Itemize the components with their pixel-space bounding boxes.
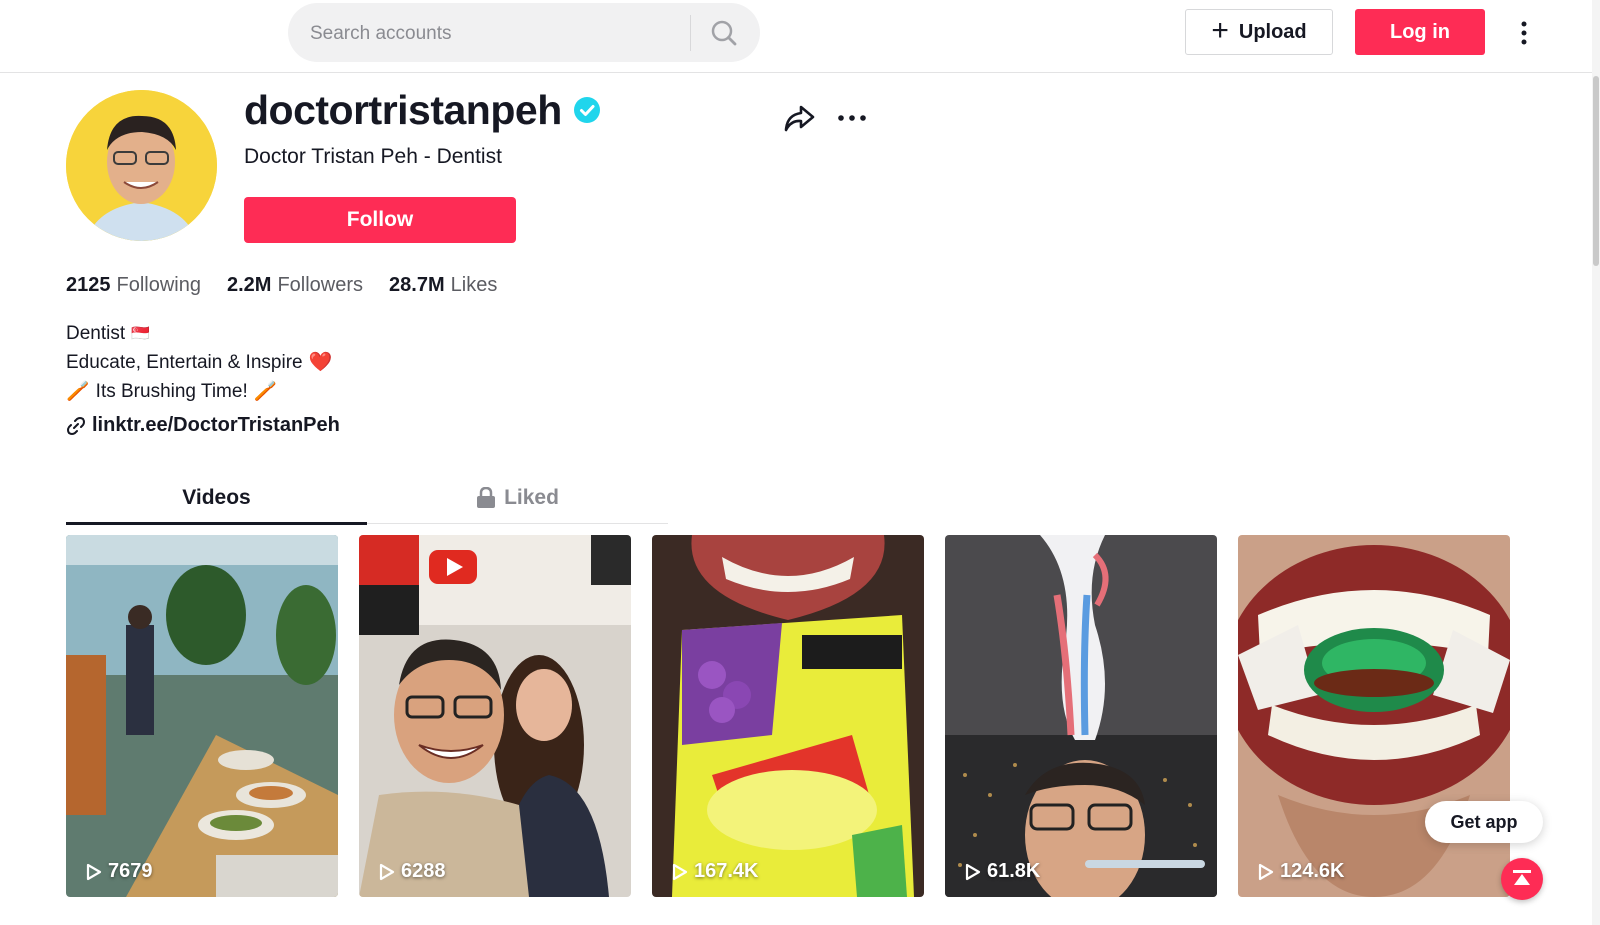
following-label: Following <box>116 274 201 296</box>
scroll-to-top-button[interactable] <box>1501 858 1543 900</box>
heart-icon: ❤️ <box>308 352 333 373</box>
toothbrush-icon: 🪥 <box>253 381 278 402</box>
view-count: 167.4K <box>672 860 759 883</box>
toothbrush-icon: 🪥 <box>66 381 90 402</box>
video-cover-image <box>945 535 1217 897</box>
stat-following: 2125 Following <box>66 274 201 297</box>
video-grid: 7679 6288 167.4K 61.8K 124.6K <box>66 535 1512 897</box>
play-icon <box>672 863 688 880</box>
username: doctortristanpeh <box>244 86 562 133</box>
view-count-text: 167.4K <box>694 860 759 882</box>
page-scrollbar[interactable] <box>1592 0 1600 925</box>
likes-label: Likes <box>450 274 498 296</box>
active-tab-indicator <box>66 522 367 525</box>
view-count-text: 7679 <box>108 860 153 882</box>
video-thumbnail[interactable]: 6288 <box>359 535 631 897</box>
login-button[interactable]: Log in <box>1355 9 1485 55</box>
view-count-text: 6288 <box>401 860 446 882</box>
top-bar: + Upload Log in <box>0 0 1600 73</box>
play-icon <box>86 863 102 880</box>
search-bar[interactable] <box>288 3 760 62</box>
profile-tabs: Videos Liked <box>66 473 668 525</box>
tab-videos[interactable]: Videos <box>66 473 367 523</box>
more-options-icon[interactable] <box>1512 16 1536 50</box>
play-icon <box>1258 863 1274 880</box>
bio-text: Dentist <box>66 323 126 344</box>
profile-link[interactable]: linktr.ee/DoctorTristanPeh <box>66 414 340 437</box>
likes-count: 28.7M <box>389 274 445 296</box>
share-icon[interactable] <box>782 101 816 135</box>
bio-line: Educate, Entertain & Inspire ❤️ <box>66 348 332 377</box>
bio-line: Dentist 🇸🇬 <box>66 319 332 348</box>
search-icon[interactable] <box>708 17 740 49</box>
stat-likes: 28.7M Likes <box>389 274 497 297</box>
flag-icon: 🇸🇬 <box>131 325 150 342</box>
get-app-button[interactable]: Get app <box>1425 801 1543 843</box>
view-count: 6288 <box>379 860 446 883</box>
link-icon <box>67 416 85 435</box>
tab-liked-label: Liked <box>504 486 559 509</box>
view-count-text: 61.8K <box>987 860 1041 882</box>
full-name: Doctor Tristan Peh - Dentist <box>244 145 502 168</box>
tab-liked[interactable]: Liked <box>367 473 668 523</box>
upload-label: Upload <box>1238 20 1307 43</box>
bio-line: 🪥 Its Brushing Time! 🪥 <box>66 377 332 406</box>
plus-icon: + <box>1211 13 1229 47</box>
more-profile-options-icon[interactable] <box>836 103 868 133</box>
video-cover-image <box>66 535 338 897</box>
stat-followers: 2.2M Followers <box>227 274 363 297</box>
followers-count: 2.2M <box>226 274 272 296</box>
following-count: 2125 <box>66 274 111 296</box>
search-divider <box>690 15 691 51</box>
bio: Dentist 🇸🇬 Educate, Entertain & Inspire ❤️… <box>66 319 332 406</box>
avatar <box>66 90 217 241</box>
play-icon <box>965 863 981 880</box>
video-thumbnail[interactable]: 61.8K <box>945 535 1217 897</box>
bio-text: Its Brushing Time! <box>95 381 248 402</box>
view-count-text: 124.6K <box>1280 860 1345 882</box>
lock-icon <box>477 487 496 508</box>
verified-badge-icon <box>573 97 600 123</box>
followers-label: Followers <box>277 274 364 296</box>
video-cover-image <box>359 535 631 897</box>
video-thumbnail[interactable]: 7679 <box>66 535 338 897</box>
view-count: 7679 <box>86 860 153 883</box>
view-count: 124.6K <box>1258 860 1345 883</box>
upload-button[interactable]: + Upload <box>1185 9 1333 55</box>
video-thumbnail[interactable]: 167.4K <box>652 535 924 897</box>
scrollbar-thumb[interactable] <box>1593 76 1599 266</box>
search-input[interactable] <box>308 17 692 51</box>
username-row: doctortristanpeh <box>244 84 600 136</box>
link-text[interactable]: linktr.ee/DoctorTristanPeh <box>92 414 340 437</box>
tab-videos-label: Videos <box>182 486 251 509</box>
view-count: 61.8K <box>965 860 1040 883</box>
play-icon <box>379 863 395 880</box>
bio-text: Educate, Entertain & Inspire <box>66 352 303 373</box>
video-cover-image <box>652 535 924 897</box>
follow-button[interactable]: Follow <box>244 197 516 243</box>
profile-stats: 2125 Following 2.2M Followers 28.7M Likes <box>66 274 497 297</box>
arrow-up-icon <box>1513 870 1531 885</box>
